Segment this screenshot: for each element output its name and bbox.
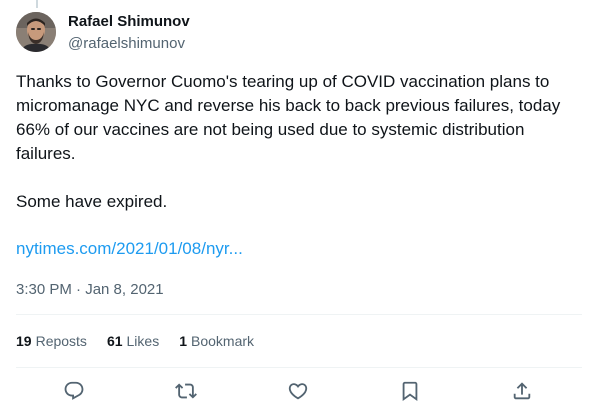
share-button[interactable] [511, 380, 533, 402]
repost-icon [175, 383, 197, 399]
like-button[interactable] [287, 380, 309, 402]
reposts-label: Reposts [35, 333, 87, 349]
article-link[interactable]: nytimes.com/2021/01/08/nyr... [16, 237, 243, 261]
bookmarks-stat[interactable]: 1 Bookmark [179, 333, 254, 349]
bookmarks-label: Bookmark [191, 333, 255, 349]
bookmarks-count: 1 [179, 333, 187, 349]
divider [16, 314, 582, 315]
author-name[interactable]: Rafael Shimunov [68, 13, 190, 30]
likes-count: 61 [106, 333, 123, 349]
engagement-stats: 19 Reposts 61 Likes 1 Bookmark [16, 333, 254, 349]
share-icon [513, 382, 531, 400]
bookmark-icon [402, 381, 418, 402]
tweet-timestamp[interactable]: 3:30 PM · Jan 8, 2021 [16, 281, 164, 298]
repost-button[interactable] [175, 380, 197, 402]
reply-button[interactable] [63, 380, 85, 402]
divider [16, 367, 582, 368]
action-bar [0, 378, 598, 406]
reposts-count: 19 [16, 333, 32, 349]
like-icon [288, 383, 308, 400]
author-handle[interactable]: @rafaelshimunov [68, 35, 185, 52]
avatar-image [16, 12, 56, 52]
likes-stat[interactable]: 61 Likes [107, 333, 159, 349]
tweet-paragraph: Some have expired. [16, 192, 168, 211]
thread-connector-line [36, 0, 38, 8]
reposts-stat[interactable]: 19 Reposts [16, 333, 87, 349]
reply-icon [64, 381, 84, 400]
tweet-body: Thanks to Governor Cuomo's tearing up of… [16, 70, 582, 214]
likes-label: Likes [126, 333, 160, 349]
tweet-paragraph: Thanks to Governor Cuomo's tearing up of… [16, 72, 561, 163]
bookmark-button[interactable] [399, 380, 421, 402]
avatar[interactable] [16, 12, 56, 52]
